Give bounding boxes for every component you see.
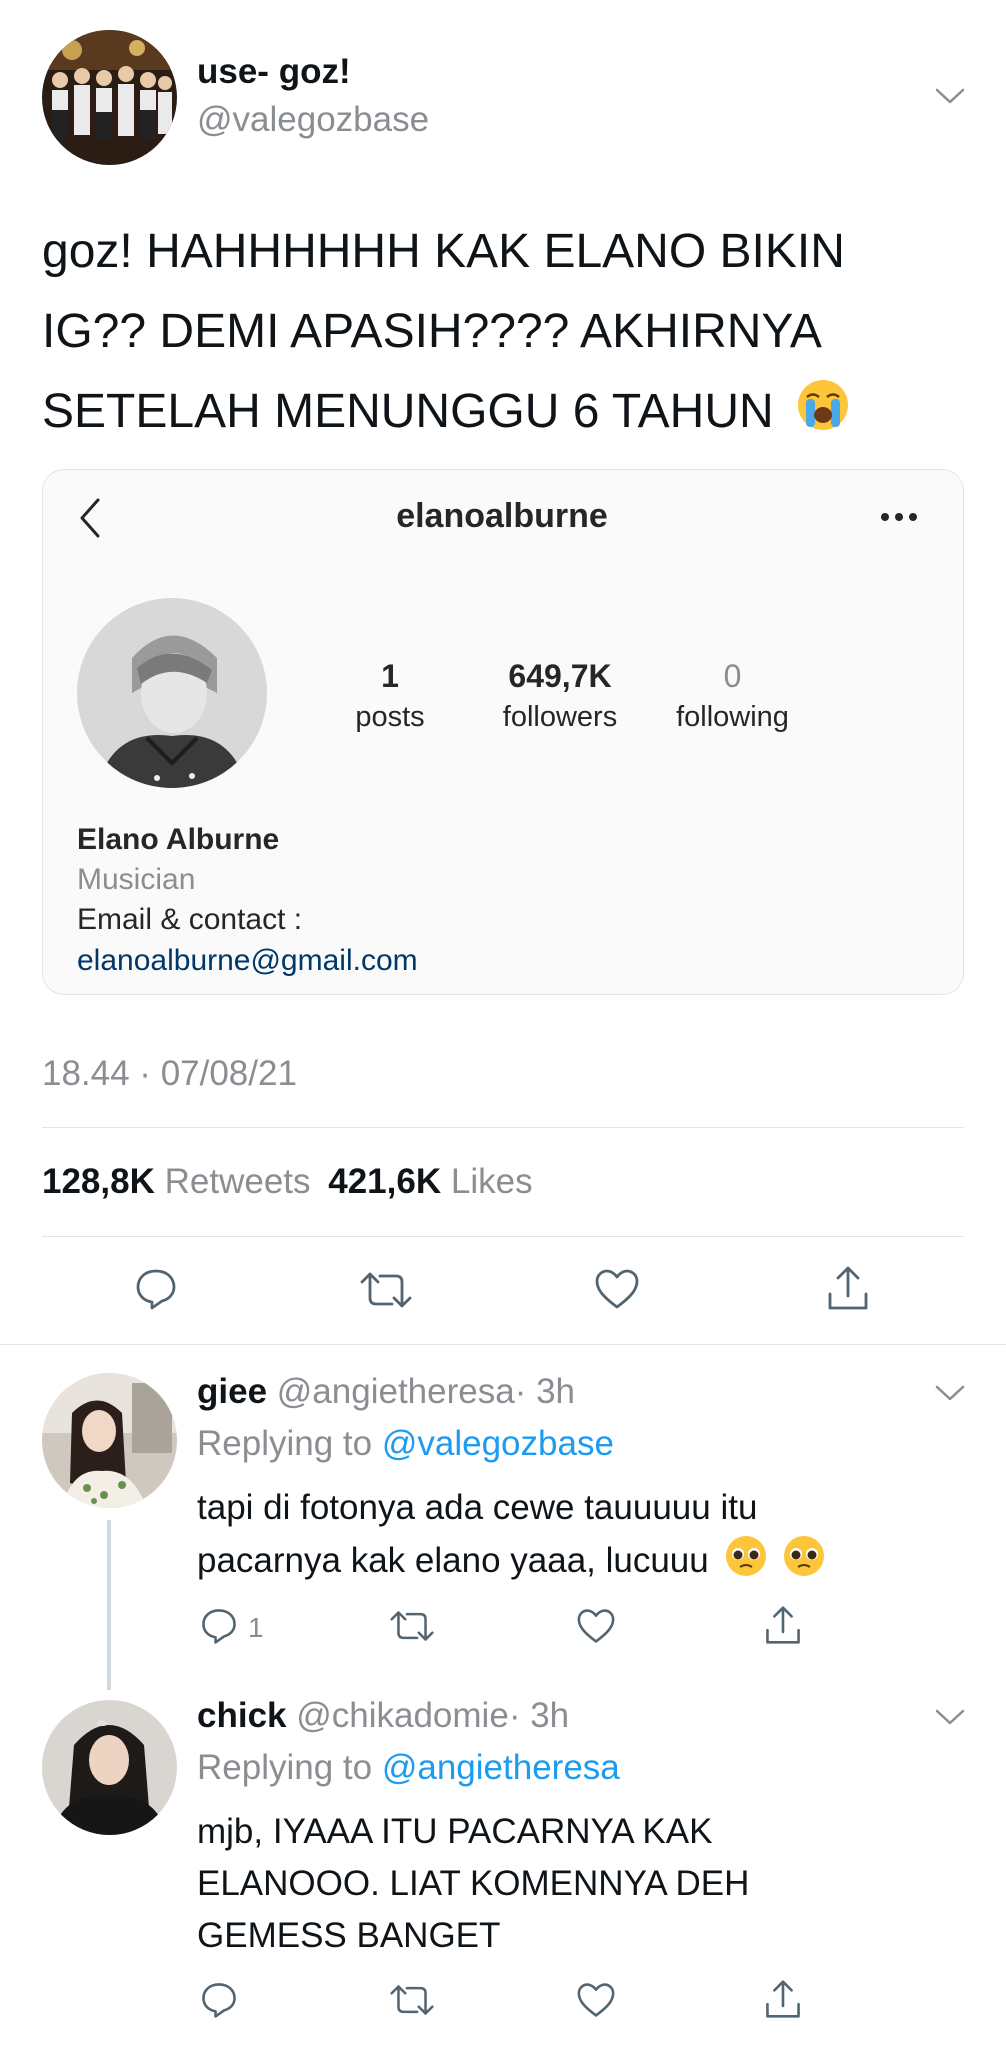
reply-avatar[interactable]: [42, 1373, 177, 1508]
reply-text-line: mjb, IYAAA ITU PACARNYA KAK: [197, 1812, 713, 1851]
like-heart-icon[interactable]: [576, 1982, 616, 2018]
reply-text-line: ELANOOO. LIAT KOMENNYA DEH: [197, 1864, 750, 1903]
retweet-icon[interactable]: [390, 1983, 434, 2017]
thread-line: [107, 1520, 111, 1690]
more-options-icon: [880, 512, 918, 522]
chevron-down-icon[interactable]: [934, 1707, 966, 1727]
reply-text-line: GEMESS BANGET: [197, 1916, 501, 1955]
tweet-timestamp[interactable]: 18.44 · 07/08/21: [42, 1054, 297, 1094]
reply-text-line: tapi di fotonya ada cewe tauuuuu itu: [197, 1488, 758, 1527]
replying-to-handle[interactable]: @valegozbase: [382, 1424, 614, 1463]
reply-text-line-content: pacarnya kak elano yaaa, lucuuu: [197, 1541, 709, 1580]
reply-header: giee @angietheresa· 3h: [197, 1372, 575, 1412]
share-icon[interactable]: [764, 1978, 802, 2020]
tweet-text-line-content: SETELAH MENUNGGU 6 TAHUN: [42, 385, 774, 438]
reply-time: · 3h: [514, 1372, 576, 1411]
divider: [42, 1127, 964, 1128]
replying-to: Replying to @valegozbase: [197, 1424, 614, 1464]
reply-icon[interactable]: [200, 1607, 238, 1645]
ig-posts-label: posts: [355, 701, 425, 733]
reply-text-line: pacarnya kak elano yaaa, lucuuu: [197, 1534, 826, 1593]
reply-handle[interactable]: @angietheresa: [277, 1372, 515, 1411]
ig-posts-count: 1: [381, 658, 399, 694]
ig-stat-posts: 1 posts: [330, 658, 450, 734]
loudly-crying-face-icon: [795, 377, 851, 458]
retweet-icon[interactable]: [390, 1609, 434, 1643]
like-heart-icon[interactable]: [594, 1268, 640, 1310]
tweet-text-line: SETELAH MENUNGGU 6 TAHUN: [42, 372, 972, 458]
ig-email: elanoalburne@gmail.com: [77, 944, 418, 977]
reply-header: chick @chikadomie· 3h: [197, 1696, 569, 1736]
ig-contact-label: Email & contact :: [77, 903, 303, 936]
replying-to: Replying to @angietheresa: [197, 1748, 620, 1788]
reply-display-name[interactable]: giee: [197, 1372, 267, 1411]
divider: [42, 1236, 964, 1237]
ig-profile-avatar: [77, 598, 267, 788]
tweet-text-line: IG?? DEMI APASIH???? AKHIRNYA: [42, 305, 822, 358]
chevron-down-icon[interactable]: [934, 86, 966, 106]
pleading-face-icon: [782, 1534, 826, 1593]
author-display-name[interactable]: use- goz!: [197, 52, 351, 92]
divider: [0, 1344, 1006, 1345]
replying-to-prefix: Replying to: [197, 1424, 373, 1463]
retweet-icon[interactable]: [360, 1270, 412, 1310]
reply-icon[interactable]: [200, 1981, 238, 2019]
ig-followers-count: 649,7K: [508, 658, 612, 694]
like-heart-icon[interactable]: [576, 1608, 616, 1644]
retweets-label[interactable]: Retweets: [165, 1162, 311, 1201]
reply-count: 1: [248, 1612, 264, 1643]
ig-following-count: 0: [723, 658, 742, 694]
replying-to-prefix: Replying to: [197, 1748, 373, 1787]
ig-followers-label: followers: [502, 701, 618, 733]
ig-stat-followers: 649,7K followers: [480, 658, 640, 734]
reply-display-name[interactable]: chick: [197, 1696, 287, 1735]
retweets-count[interactable]: 128,8K: [42, 1162, 155, 1201]
likes-label[interactable]: Likes: [451, 1162, 533, 1201]
replying-to-handle[interactable]: @angietheresa: [382, 1748, 620, 1787]
ig-category: Musician: [77, 863, 196, 896]
reply-text: mjb, IYAAA ITU PACARNYA KAK ELANOOO. LIA…: [197, 1806, 749, 1962]
author-handle[interactable]: @valegozbase: [197, 100, 429, 140]
pleading-face-icon: [724, 1534, 768, 1593]
tweet-engagement: 128,8K Retweets 421,6K Likes: [42, 1162, 533, 1202]
ig-full-name: Elano Alburne: [77, 823, 280, 856]
share-icon[interactable]: [764, 1604, 802, 1646]
reply-time: · 3h: [508, 1696, 570, 1735]
tweet-text-line: goz! HAHHHHHH KAK ELANO BIKIN: [42, 225, 845, 278]
tweet-text: goz! HAHHHHHH KAK ELANO BIKIN IG?? DEMI …: [42, 212, 972, 458]
reply-handle[interactable]: @chikadomie: [296, 1696, 509, 1735]
reply-text: tapi di fotonya ada cewe tauuuuu itu pac…: [197, 1482, 826, 1593]
ig-stat-following: 0 following: [655, 658, 810, 734]
author-avatar[interactable]: [42, 30, 177, 165]
share-icon[interactable]: [826, 1264, 870, 1312]
reply-icon[interactable]: [134, 1267, 178, 1311]
chevron-down-icon[interactable]: [934, 1383, 966, 1403]
ig-username: elanoalburne: [396, 497, 608, 535]
reply-avatar[interactable]: [42, 1700, 177, 1835]
likes-count[interactable]: 421,6K: [328, 1162, 441, 1201]
ig-following-label: following: [676, 701, 789, 733]
